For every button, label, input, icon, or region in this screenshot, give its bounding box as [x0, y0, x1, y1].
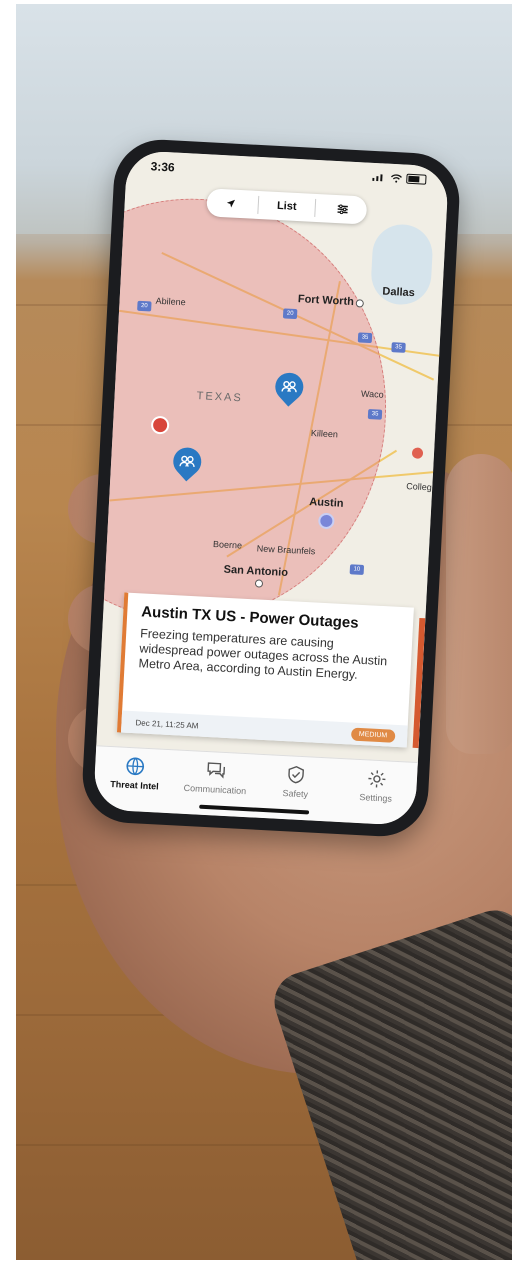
gear-icon	[368, 770, 386, 788]
highway-shield-icon: 20	[137, 300, 152, 312]
tab-label: Threat Intel	[110, 779, 159, 792]
map-label-austin: Austin	[309, 496, 344, 510]
location-arrow-icon[interactable]	[210, 190, 251, 216]
status-icons	[372, 172, 427, 185]
highway-shield-icon: 10	[349, 564, 365, 575]
chat-icon	[207, 762, 225, 779]
filter-icon[interactable]	[322, 196, 363, 222]
map-label-dallas: Dallas	[382, 285, 416, 300]
globe-icon	[126, 757, 145, 776]
alert-description: Freezing temperatures are causing widesp…	[138, 626, 388, 682]
list-view-button[interactable]: List	[266, 193, 307, 219]
tab-label: Settings	[359, 792, 393, 804]
tab-label: Communication	[183, 782, 247, 797]
map-label-boerne: Boerne	[212, 539, 243, 551]
map-label-texas: TEXAS	[196, 389, 244, 405]
phone-screen: Fort Worth Dallas Abilene TEXAS Waco Kil…	[92, 150, 450, 826]
thumb	[446, 454, 512, 754]
wifi-icon	[391, 173, 402, 183]
shield-check-icon	[288, 765, 305, 784]
severity-badge: MEDIUM	[350, 727, 396, 743]
battery-icon	[406, 173, 427, 185]
phone: Fort Worth Dallas Abilene TEXAS Waco Kil…	[80, 137, 462, 839]
tab-threat-intel[interactable]: Threat Intel	[98, 754, 171, 813]
status-time: 3:36	[150, 159, 176, 175]
alert-card[interactable]: Austin TX US - Power Outages Freezing te…	[117, 592, 414, 748]
map-label-abilene: Abilene	[155, 295, 186, 308]
city-marker	[355, 299, 364, 308]
highway-shield-icon: 35	[357, 332, 373, 344]
map-label-killeen: Killeen	[310, 428, 339, 440]
alert-date: Dec 21, 11:25 AM	[135, 717, 199, 731]
map-label-college: College	[406, 481, 438, 493]
signal-icon	[372, 174, 383, 182]
toolbar-divider	[257, 195, 260, 214]
highway-shield-icon: 35	[367, 408, 383, 420]
toolbar-divider	[313, 198, 316, 217]
alert-dot-marker[interactable]	[411, 447, 424, 459]
highway-shield-icon: 35	[391, 342, 406, 353]
highway-shield-icon: 20	[282, 308, 298, 320]
tab-settings[interactable]: Settings	[339, 767, 412, 826]
map-label-waco: Waco	[360, 388, 384, 400]
tab-label: Safety	[282, 788, 309, 800]
